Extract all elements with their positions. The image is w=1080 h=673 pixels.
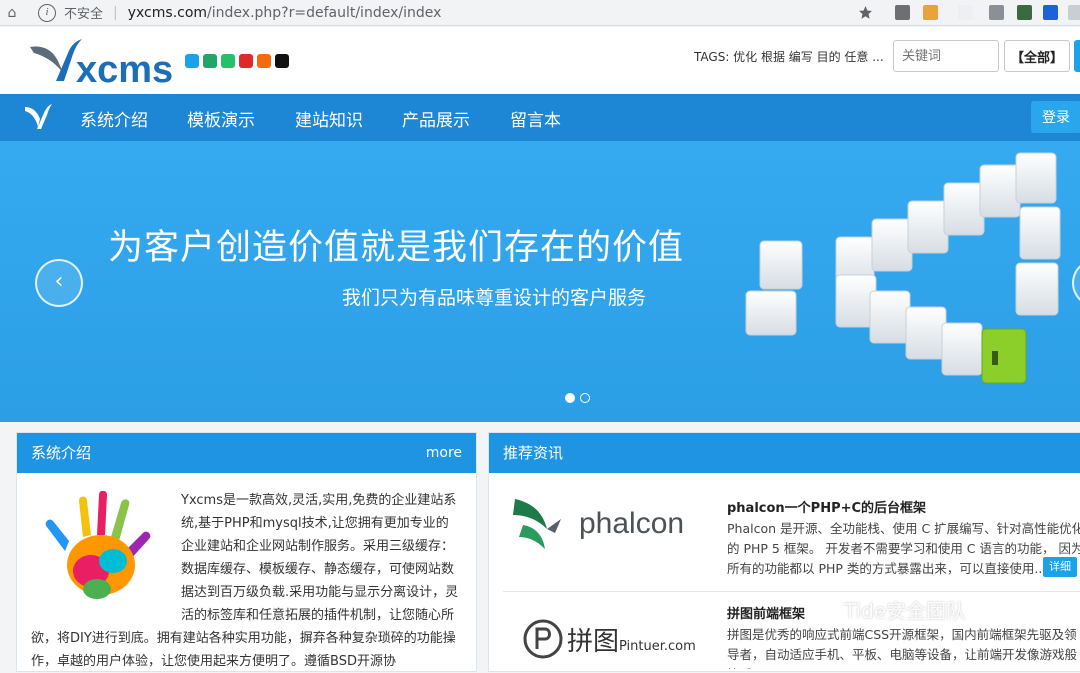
pintuer-logo-sub: Pintuer.com <box>619 639 696 654</box>
extension-icon[interactable] <box>1068 5 1080 20</box>
intro-panel: 系统介绍 more Yxcms是一款高效,灵活,实用,免费的企业建站系统,基于P… <box>16 432 477 672</box>
news-panel: 推荐资讯 phalcon phalcon一个PHP+C的后台框架 Phalcon… <box>488 432 1080 672</box>
extension-icon[interactable] <box>923 5 938 20</box>
search-button[interactable] <box>1074 40 1080 72</box>
banner-title: 为客户创造价值就是我们存在的价值 <box>108 228 685 268</box>
url-host: yxcms.com <box>127 4 208 21</box>
nav-item-knowledge[interactable]: 建站知识 <box>295 106 363 131</box>
nav-item-templates[interactable]: 模板演示 <box>187 106 255 131</box>
insecure-label[interactable]: 不安全 <box>64 3 103 22</box>
nav-logo-icon[interactable] <box>24 103 52 131</box>
cubes-illustration <box>745 152 1061 384</box>
news-desc: Phalcon 是开源、全功能栈、使用 C 扩展编写、针对高性能优化的 PHP … <box>727 521 1080 576</box>
theme-swatch[interactable] <box>239 54 253 68</box>
extension-icon[interactable] <box>1017 5 1032 20</box>
keyword-search-input[interactable] <box>893 40 999 72</box>
theme-swatch[interactable] <box>275 54 289 68</box>
search-scope-button[interactable]: 【全部】 <box>1004 40 1070 72</box>
browser-bar: ⌂ i 不安全 | yxcms.com/index.php?r=default/… <box>0 0 1080 26</box>
site-header: xcms TAGS: 优化 根据 编写 目的 任意 ... 【全部】 <box>0 27 1080 94</box>
extension-icon[interactable] <box>895 5 910 20</box>
detail-button[interactable]: 详细 <box>1043 557 1077 577</box>
bookmark-star-icon[interactable] <box>858 5 873 20</box>
extension-icon[interactable] <box>989 5 1004 20</box>
theme-swatch[interactable] <box>257 54 271 68</box>
url-path: /index.php?r=default/index/index <box>207 4 442 21</box>
extension-icon[interactable] <box>1043 5 1058 20</box>
theme-swatch[interactable] <box>221 54 235 68</box>
news-item[interactable]: 拼图 Pintuer.com 拼图前端框架 拼图是优秀的响应式前端CSS开源框架… <box>503 593 1080 673</box>
intro-panel-header: 系统介绍 more <box>17 433 476 473</box>
chevron-left-icon[interactable]: ‹ <box>35 259 83 307</box>
info-icon[interactable]: i <box>38 3 56 22</box>
intro-panel-title: 系统介绍 <box>31 444 92 462</box>
more-link[interactable]: more <box>426 433 462 473</box>
home-icon[interactable]: ⌂ <box>0 5 24 21</box>
divider <box>503 591 1080 592</box>
login-button[interactable]: 登录 <box>1031 101 1080 133</box>
separator: | <box>113 4 118 21</box>
url-field[interactable]: yxcms.com/index.php?r=default/index/inde… <box>128 5 442 21</box>
pintuer-logo-text: 拼图 <box>567 627 620 657</box>
news-panel-header: 推荐资讯 <box>489 433 1080 473</box>
phalcon-bird-icon <box>513 499 561 549</box>
logo-text: xcms <box>76 49 174 91</box>
float-spacer <box>31 489 181 627</box>
nav-item-intro[interactable]: 系统介绍 <box>80 106 148 131</box>
news-title[interactable]: 拼图前端框架 <box>727 603 805 622</box>
carousel-dot[interactable] <box>580 393 590 403</box>
carousel-dot[interactable] <box>565 393 575 403</box>
hero-banner: 为客户创造价值就是我们存在的价值 我们只为有品味尊重设计的客户服务 ‹ <box>0 141 1080 422</box>
news-item[interactable]: phalcon phalcon一个PHP+C的后台框架 Phalcon 是开源、… <box>503 481 1080 591</box>
intro-text-block: Yxcms是一款高效,灵活,实用,免费的企业建站系统,基于PHP和mysql技术… <box>31 489 461 673</box>
nav-item-products[interactable]: 产品展示 <box>402 106 470 131</box>
theme-swatches <box>185 54 289 68</box>
banner-subtitle: 我们只为有品味尊重设计的客户服务 <box>342 287 647 309</box>
news-desc: 拼图是优秀的响应式前端CSS开源框架，国内前端框架先驱及领导者，自动适应手机、平… <box>727 627 1078 669</box>
tags-list[interactable]: TAGS: 优化 根据 编写 目的 任意 ... <box>694 48 884 65</box>
extension-icon[interactable] <box>958 5 973 20</box>
nav-item-guestbook[interactable]: 留言本 <box>510 106 561 131</box>
news-panel-title: 推荐资讯 <box>503 444 564 462</box>
theme-swatch[interactable] <box>203 54 217 68</box>
theme-swatch[interactable] <box>185 54 199 68</box>
pintuer-logo-icon <box>523 619 563 659</box>
news-title[interactable]: phalcon一个PHP+C的后台框架 <box>727 497 926 516</box>
phalcon-logo-text: phalcon <box>579 507 685 540</box>
watermark: Tide安全团队 <box>844 599 967 623</box>
site-logo[interactable]: xcms <box>28 35 178 91</box>
main-nav: 系统介绍 模板演示 建站知识 产品展示 留言本 登录 <box>0 94 1080 141</box>
